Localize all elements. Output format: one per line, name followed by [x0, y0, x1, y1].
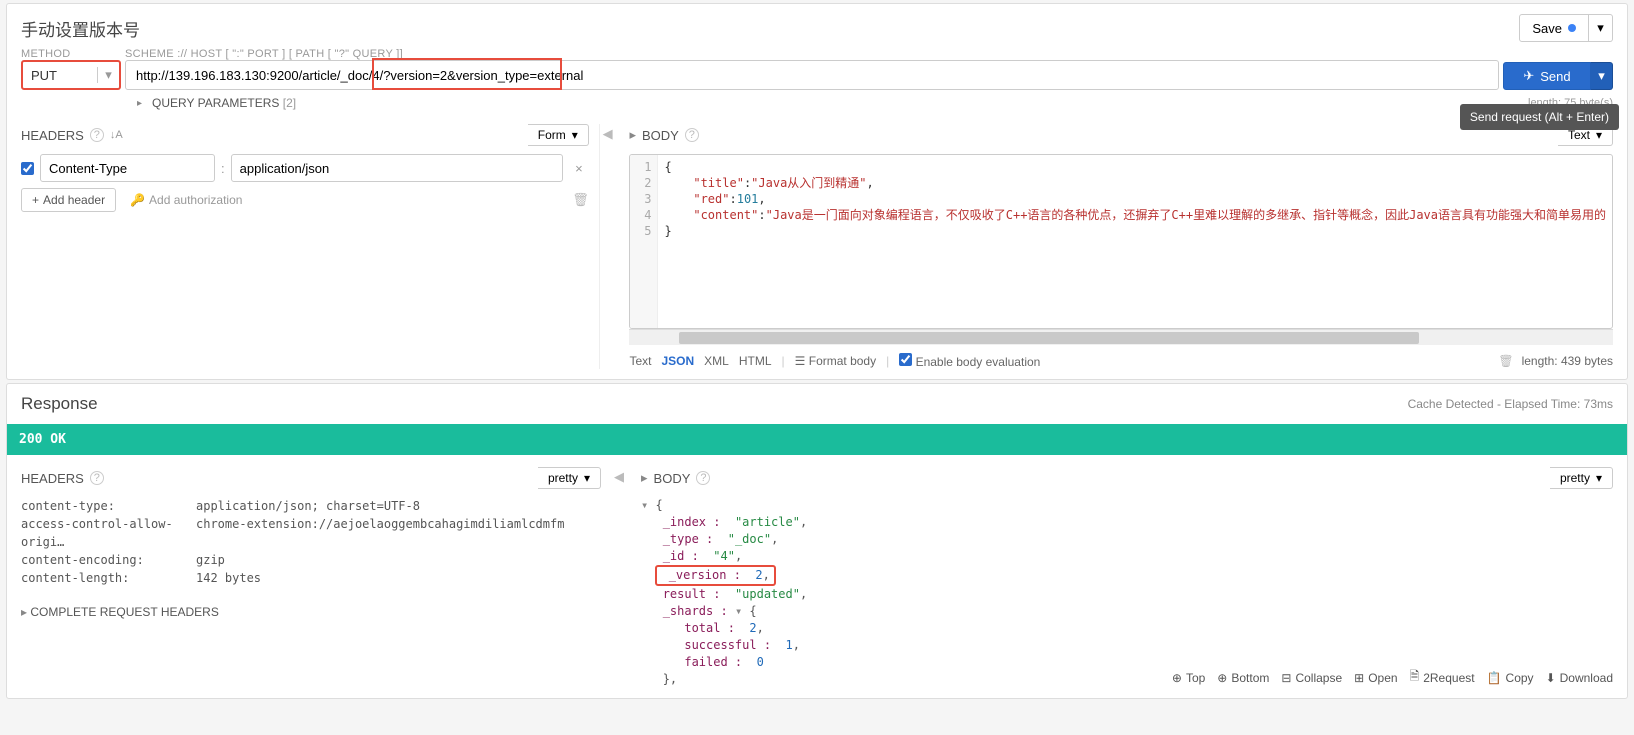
enable-body-eval-checkbox[interactable] — [899, 353, 912, 366]
enable-body-eval-text: Enable body evaluation — [916, 355, 1041, 369]
collapse-left-icon[interactable]: ◀ — [611, 467, 627, 688]
key-icon: 🔑 — [130, 193, 145, 207]
remove-header-button[interactable]: × — [569, 161, 589, 176]
save-button[interactable]: Save — [1519, 14, 1589, 42]
add-header-button[interactable]: + Add header — [21, 188, 116, 212]
scrollbar-thumb[interactable] — [679, 332, 1419, 344]
method-label: METHOD — [21, 48, 121, 60]
page-title: 手动设置版本号 — [21, 16, 140, 41]
version-highlight-box: _version : 2, — [655, 565, 775, 586]
caret-right-icon[interactable]: ▸ — [137, 98, 142, 109]
enable-body-eval-label[interactable]: Enable body evaluation — [899, 353, 1040, 369]
query-params-count: [2] — [283, 96, 296, 110]
method-value: PUT — [23, 68, 97, 83]
header-name-input[interactable] — [40, 154, 215, 182]
headers-view-label: Form — [538, 128, 566, 142]
response-action-bar: ⊕ Top ⊕ Bottom ⊟ Collapse ⊞ Open 🗎 2Requ… — [1172, 663, 1613, 692]
save-dropdown-button[interactable]: ▾ — [1589, 14, 1613, 42]
query-params-label: QUERY PARAMETERS — [152, 96, 279, 110]
bottom-button[interactable]: ⊕ Bottom — [1217, 667, 1269, 688]
response-headers-view-dropdown[interactable]: pretty ▾ — [538, 467, 601, 489]
response-body-view-dropdown[interactable]: pretty ▾ — [1550, 467, 1613, 489]
pretty-label: pretty — [548, 471, 578, 485]
body-length-label: length: 439 bytes — [1522, 354, 1613, 368]
response-headers-title: HEADERS — [21, 471, 84, 486]
lang-text[interactable]: Text — [629, 354, 651, 368]
send-tooltip: Send request (Alt + Enter) — [1460, 104, 1619, 130]
add-header-label: Add header — [43, 193, 105, 207]
header-value-input[interactable] — [231, 154, 564, 182]
send-dropdown-button[interactable]: ▾ — [1591, 62, 1613, 90]
collapse-button[interactable]: ⊟ Collapse — [1281, 667, 1342, 688]
body-editor[interactable]: 1 2 3 4 5 { "title":"Java从入门到精通", "red":… — [629, 154, 1613, 329]
response-body-title: BODY — [654, 471, 691, 486]
help-icon[interactable]: ? — [90, 128, 104, 142]
method-select[interactable]: PUT ▾ — [21, 60, 121, 90]
send-label: Send — [1540, 69, 1570, 84]
url-input[interactable] — [125, 60, 1499, 90]
response-title: Response — [21, 394, 98, 414]
add-authorization-button[interactable]: 🔑 Add authorization — [130, 193, 242, 207]
send-button[interactable]: ✈ Send — [1503, 62, 1591, 90]
lang-json[interactable]: JSON — [661, 354, 694, 368]
unsaved-dot-icon — [1568, 24, 1576, 32]
open-button[interactable]: ⊞ Open — [1354, 667, 1397, 688]
copy-button[interactable]: 📋 Copy — [1487, 667, 1534, 688]
elapsed-time-label: Cache Detected - Elapsed Time: 73ms — [1408, 397, 1613, 411]
editor-gutter: 1 2 3 4 5 — [630, 155, 658, 328]
body-title: BODY — [642, 128, 679, 143]
download-button[interactable]: ⬇ Download — [1546, 667, 1613, 688]
headers-view-dropdown[interactable]: Form ▾ — [528, 124, 589, 146]
trash-icon[interactable]: 🗑 — [572, 192, 589, 208]
headers-title: HEADERS — [21, 128, 84, 143]
top-button[interactable]: ⊕ Top — [1172, 667, 1205, 688]
caret-right-icon[interactable]: ▸ — [629, 127, 636, 143]
pretty-label: pretty — [1560, 471, 1590, 485]
collapse-left-icon[interactable]: ◀ — [600, 124, 616, 369]
scheme-label: SCHEME :// HOST [ ":" PORT ] [ PATH [ "?… — [125, 48, 1499, 60]
lang-html[interactable]: HTML — [739, 354, 772, 368]
chevron-down-icon: ▾ — [97, 67, 119, 83]
plus-icon: + — [32, 193, 39, 207]
format-body-label: Format body — [809, 354, 876, 368]
horizontal-scrollbar[interactable] — [629, 329, 1613, 345]
to-request-button[interactable]: 🗎 2Request — [1410, 667, 1475, 688]
spacer — [1503, 50, 1613, 62]
body-type-label: Text — [1568, 128, 1590, 142]
help-icon[interactable]: ? — [685, 128, 699, 142]
add-auth-label: Add authorization — [149, 193, 242, 207]
format-body-button[interactable]: ☰ Format body — [795, 354, 876, 368]
help-icon[interactable]: ? — [90, 471, 104, 485]
header-enabled-checkbox[interactable] — [21, 162, 34, 175]
save-button-group: Save ▾ — [1519, 14, 1613, 42]
query-params-toggle[interactable]: QUERY PARAMETERS [2] — [152, 96, 296, 110]
status-bar: 200 OK — [7, 424, 1627, 455]
editor-code[interactable]: { "title":"Java从入门到精通", "red":101, "cont… — [658, 155, 1612, 328]
paper-plane-icon: ✈ — [1523, 68, 1534, 84]
header-row: : × — [21, 154, 589, 182]
help-icon[interactable]: ? — [696, 471, 710, 485]
save-label: Save — [1532, 21, 1562, 36]
caret-right-icon[interactable]: ▸ — [641, 470, 648, 486]
trash-icon[interactable]: 🗑 — [1498, 354, 1513, 368]
sort-icon[interactable]: ↓A — [110, 129, 123, 141]
response-headers-list: content-type:application/json; charset=U… — [21, 497, 601, 587]
lang-xml[interactable]: XML — [704, 354, 729, 368]
response-json-viewer[interactable]: ▾ { _index : "article", _type : "_doc", … — [641, 497, 1613, 688]
complete-request-headers-toggle[interactable]: COMPLETE REQUEST HEADERS — [21, 605, 601, 619]
